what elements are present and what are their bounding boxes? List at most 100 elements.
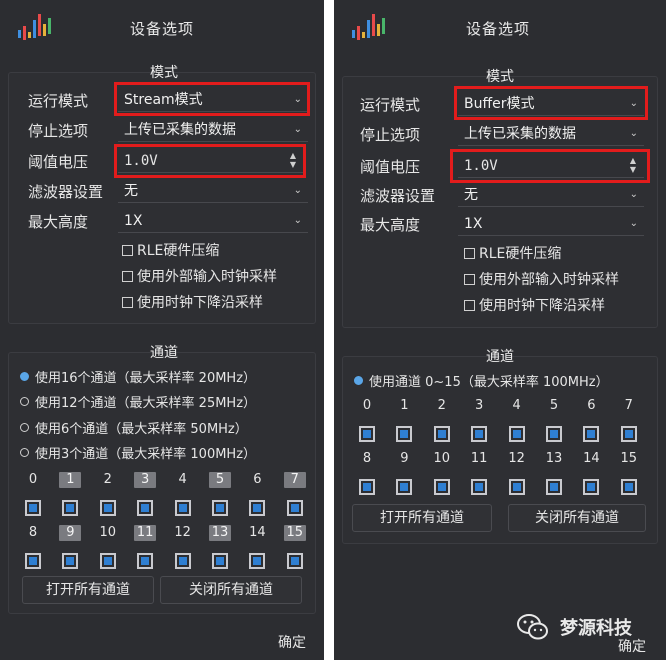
channel-checkbox[interactable] — [620, 426, 637, 442]
external-clock-checkbox[interactable]: 使用外部输入时钟采样 — [122, 266, 277, 286]
mode-section-title: 模式 — [486, 69, 514, 85]
checkbox-checked-icon — [512, 430, 521, 438]
radio-16-channels[interactable]: 使用16个通道（最大采样率 20MHz） — [20, 367, 256, 386]
stop-option-select[interactable]: 上传已采集的数据 ⌄ — [118, 118, 308, 142]
checkbox-checked-icon — [363, 483, 371, 491]
app-logo-icon — [352, 14, 385, 40]
stop-option-label: 停止选项 — [28, 122, 89, 140]
channel-checkbox[interactable] — [359, 479, 375, 495]
checkbox-checked-icon — [550, 483, 558, 491]
chevron-down-icon: ⌄ — [629, 128, 638, 139]
channel-checkbox[interactable] — [546, 479, 562, 495]
checkbox-checked-icon — [66, 557, 75, 565]
max-height-select[interactable]: 1X ⌄ — [458, 212, 644, 236]
threshold-label: 阈值电压 — [360, 158, 421, 176]
falling-edge-checkbox[interactable]: 使用时钟下降沿采样 — [464, 295, 605, 315]
external-clock-checkbox[interactable]: 使用外部输入时钟采样 — [464, 269, 619, 289]
channel-checkbox[interactable] — [137, 553, 154, 569]
ok-button[interactable]: 确定 — [278, 632, 306, 652]
radio-6-channels[interactable]: 使用6个通道（最大采样率 50MHz） — [20, 418, 248, 437]
chevron-down-icon: ⌄ — [629, 189, 638, 200]
radio-icon — [20, 448, 29, 457]
stop-option-value: 上传已采集的数据 — [464, 126, 576, 142]
channel-checkbox[interactable] — [25, 553, 41, 569]
channel-number-label: 7 — [624, 398, 633, 413]
filter-value: 无 — [124, 183, 138, 199]
channel-checkbox[interactable] — [471, 426, 488, 442]
channel-checkbox[interactable] — [249, 500, 266, 516]
channel-number-label: 12 — [174, 525, 191, 540]
checkbox-checked-icon — [512, 483, 521, 491]
channel-checkbox[interactable] — [396, 426, 413, 442]
filter-select[interactable]: 无 ⌄ — [458, 183, 644, 207]
channel-checkbox[interactable] — [174, 500, 191, 516]
channel-checkbox[interactable] — [286, 500, 303, 516]
checkbox-checked-icon — [290, 557, 299, 565]
dialog-title: 设备选项 — [130, 20, 195, 38]
channel-number-label: 10 — [99, 525, 117, 540]
channel-number-label: 2 — [437, 398, 446, 413]
radio-12-channels[interactable]: 使用12个通道（最大采样率 25MHz） — [20, 392, 256, 411]
falling-edge-label: 使用时钟下降沿采样 — [479, 298, 605, 314]
channel-checkbox[interactable] — [174, 553, 191, 569]
max-height-select[interactable]: 1X ⌄ — [118, 209, 308, 233]
channel-number-label: 12 — [508, 451, 525, 466]
open-all-channels-button[interactable]: 打开所有通道 — [352, 504, 492, 532]
channel-number-label: 5 — [209, 472, 231, 488]
close-all-channels-button[interactable]: 关闭所有通道 — [508, 504, 646, 532]
channel-checkbox[interactable] — [433, 426, 450, 442]
radio-label: 使用16个通道（最大采样率 20MHz） — [35, 371, 257, 386]
stop-option-select[interactable]: 上传已采集的数据 ⌄ — [458, 122, 644, 146]
watermark: 梦源科技 — [516, 612, 656, 642]
falling-edge-label: 使用时钟下降沿采样 — [137, 295, 263, 311]
left-dialog: 设备选项 模式 运行模式 Stream模式 ⌄ 停止选项 上传已采集的数据 ⌄ … — [0, 0, 324, 660]
channel-number-label: 3 — [475, 398, 484, 413]
channel-number-label: 11 — [470, 451, 488, 466]
external-clock-label: 使用外部输入时钟采样 — [137, 269, 277, 285]
channel-number-label: 5 — [549, 398, 559, 413]
radio-all-channels[interactable]: 使用通道 0~15（最大采样率 100MHz） — [354, 371, 609, 390]
checkbox-checked-icon — [437, 430, 446, 438]
checkbox-checked-icon — [624, 430, 633, 438]
channel-checkbox[interactable] — [62, 500, 79, 516]
channel-checkbox[interactable] — [99, 553, 116, 569]
checkbox-checked-icon — [624, 483, 633, 491]
channel-checkbox[interactable] — [25, 500, 41, 516]
filter-label: 滤波器设置 — [360, 187, 436, 205]
open-all-channels-button[interactable]: 打开所有通道 — [22, 576, 154, 604]
rle-checkbox-label: RLE硬件压缩 — [137, 243, 220, 259]
channel-checkbox[interactable] — [620, 479, 637, 495]
rle-checkbox[interactable]: RLE硬件压缩 — [122, 240, 219, 260]
channel-checkbox[interactable] — [286, 553, 303, 569]
channel-checkbox[interactable] — [396, 479, 413, 495]
channel-checkbox[interactable] — [137, 500, 154, 516]
channel-checkbox[interactable] — [583, 426, 600, 442]
checkbox-checked-icon — [141, 557, 150, 565]
channel-checkbox[interactable] — [212, 500, 228, 516]
channel-checkbox[interactable] — [583, 479, 600, 495]
channel-checkbox[interactable] — [99, 500, 116, 516]
channel-checkbox[interactable] — [546, 426, 562, 442]
channel-checkbox[interactable] — [471, 479, 488, 495]
close-all-channels-button[interactable]: 关闭所有通道 — [160, 576, 302, 604]
falling-edge-checkbox[interactable]: 使用时钟下降沿采样 — [122, 292, 263, 312]
channel-checkbox[interactable] — [359, 426, 375, 442]
channel-number-label: 3 — [134, 472, 157, 488]
checkbox-icon — [122, 270, 133, 282]
stop-option-label: 停止选项 — [360, 126, 421, 144]
channel-checkbox[interactable] — [249, 553, 266, 569]
channel-checkbox[interactable] — [508, 426, 525, 442]
rle-checkbox-label: RLE硬件压缩 — [479, 246, 562, 262]
filter-select[interactable]: 无 ⌄ — [118, 179, 308, 203]
radio-3-channels[interactable]: 使用3个通道（最大采样率 100MHz） — [20, 443, 256, 462]
channel-checkbox[interactable] — [212, 553, 228, 569]
rle-checkbox[interactable]: RLE硬件压缩 — [464, 243, 561, 263]
checkbox-checked-icon — [400, 430, 409, 438]
checkbox-checked-icon — [178, 557, 187, 565]
checkbox-checked-icon — [66, 504, 75, 512]
checkbox-icon — [464, 273, 475, 285]
channel-checkbox[interactable] — [433, 479, 450, 495]
channel-checkbox[interactable] — [508, 479, 525, 495]
channel-checkbox[interactable] — [62, 553, 79, 569]
max-height-label: 最大高度 — [360, 216, 421, 234]
